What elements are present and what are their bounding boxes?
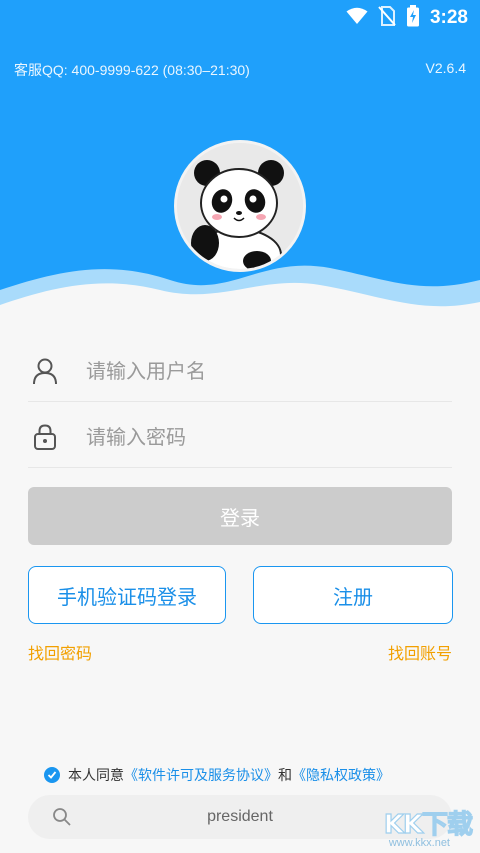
wifi-icon bbox=[346, 7, 368, 29]
register-button[interactable]: 注册 bbox=[253, 566, 453, 624]
watermark-site: www.kkx.net bbox=[388, 837, 450, 849]
battery-charging-icon bbox=[406, 5, 420, 31]
password-input[interactable] bbox=[86, 424, 416, 449]
privacy-policy-link[interactable]: 《隐私权政策》 bbox=[292, 765, 390, 785]
lock-icon bbox=[30, 422, 60, 452]
no-sim-icon bbox=[378, 6, 396, 30]
password-row bbox=[28, 406, 452, 468]
find-password-link[interactable]: 找回密码 bbox=[28, 640, 92, 664]
clock: 3:28 bbox=[429, 7, 468, 28]
login-button[interactable]: 登录 bbox=[28, 487, 452, 545]
status-bar: 3:28 bbox=[0, 0, 480, 34]
panda-avatar bbox=[174, 140, 306, 272]
sms-login-button[interactable]: 手机验证码登录 bbox=[28, 566, 226, 624]
user-icon bbox=[30, 356, 60, 386]
find-account-link[interactable]: 找回账号 bbox=[388, 640, 452, 664]
support-contact: 客服QQ: 400-9999-622 (08:30–21:30) bbox=[14, 62, 250, 78]
agreement-row: 本人同意 《软件许可及服务协议》 和 《隐私权政策》 bbox=[44, 765, 390, 785]
watermark-logo: KK下载 bbox=[383, 809, 474, 840]
agreement-checkbox[interactable] bbox=[44, 767, 60, 783]
agreement-prefix: 本人同意 bbox=[68, 768, 124, 784]
agreement-joiner: 和 bbox=[278, 768, 292, 784]
license-agreement-link[interactable]: 《软件许可及服务协议》 bbox=[124, 765, 278, 785]
username-input[interactable] bbox=[86, 358, 416, 383]
login-header: 3:28 客服QQ: 400-9999-622 (08:30–21:30) V2… bbox=[0, 0, 480, 330]
username-row bbox=[28, 340, 452, 402]
app-version: V2.6.4 bbox=[425, 60, 466, 76]
